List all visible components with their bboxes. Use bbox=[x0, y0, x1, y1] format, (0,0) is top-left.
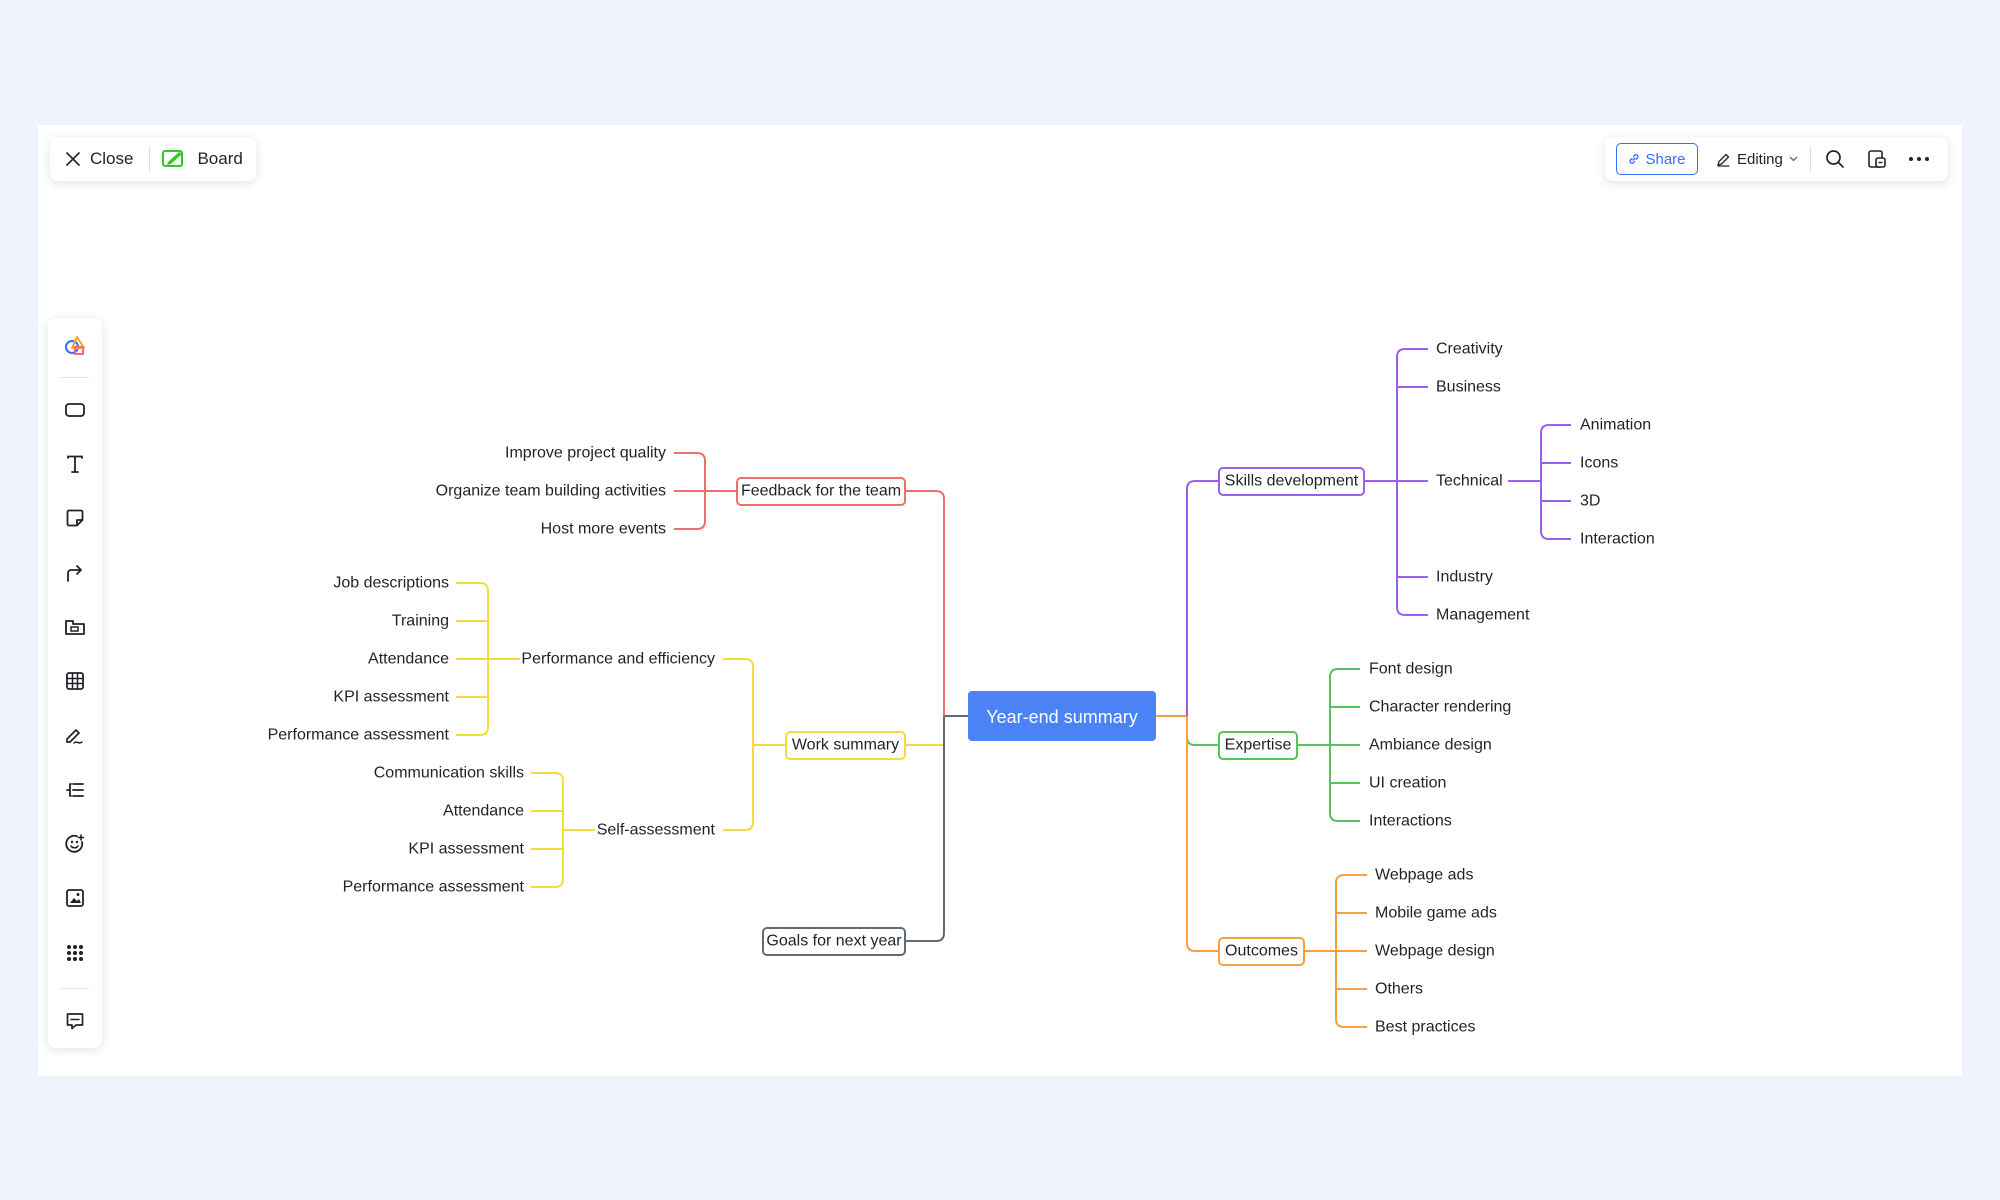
expertise-item[interactable]: Interactions bbox=[1369, 813, 1452, 830]
expertise-node[interactable]: Expertise bbox=[1225, 737, 1292, 754]
technical-item[interactable]: Interaction bbox=[1580, 531, 1655, 548]
mind-map-connector bbox=[1186, 716, 1219, 746]
mind-map-connector bbox=[1540, 424, 1571, 540]
performance-item[interactable]: Job descriptions bbox=[333, 575, 449, 592]
technical-item[interactable]: Icons bbox=[1580, 455, 1618, 472]
mind-map-connector bbox=[1186, 480, 1219, 716]
outcomes-node[interactable]: Outcomes bbox=[1225, 943, 1298, 960]
mind-map-connector bbox=[905, 716, 945, 942]
self-assessment-item[interactable]: Performance assessment bbox=[343, 879, 525, 896]
expertise-item[interactable]: Character rendering bbox=[1369, 699, 1511, 716]
outcomes-item[interactable]: Mobile game ads bbox=[1375, 905, 1497, 922]
mind-map-connector bbox=[905, 716, 945, 746]
feedback-item[interactable]: Organize team building activities bbox=[436, 483, 666, 500]
technical-item[interactable]: 3D bbox=[1580, 493, 1600, 510]
skills-item[interactable]: Business bbox=[1436, 379, 1501, 396]
skills-node[interactable]: Skills development bbox=[1225, 473, 1359, 490]
self-assessment-item[interactable]: KPI assessment bbox=[408, 841, 524, 858]
skills-item[interactable]: Management bbox=[1436, 607, 1530, 624]
performance-item[interactable]: Attendance bbox=[368, 651, 449, 668]
performance-node[interactable]: Performance and efficiency bbox=[521, 651, 715, 668]
goals-node[interactable]: Goals for next year bbox=[766, 933, 902, 950]
work-summary-node[interactable]: Work summary bbox=[792, 737, 899, 754]
self-assessment-node[interactable]: Self-assessment bbox=[597, 822, 716, 839]
self-assessment-item[interactable]: Attendance bbox=[443, 803, 524, 820]
self-assessment-item[interactable]: Communication skills bbox=[374, 765, 524, 782]
outcomes-item[interactable]: Webpage design bbox=[1375, 943, 1495, 960]
performance-item[interactable]: Performance assessment bbox=[268, 727, 450, 744]
performance-item[interactable]: Training bbox=[392, 613, 449, 630]
feedback-item[interactable]: Improve project quality bbox=[505, 445, 666, 462]
skills-item[interactable]: Creativity bbox=[1436, 341, 1503, 358]
mind-map-connector bbox=[1186, 716, 1219, 952]
feedback-item[interactable]: Host more events bbox=[541, 521, 666, 538]
feedback-node[interactable]: Feedback for the team bbox=[741, 483, 901, 500]
mind-map-connector bbox=[905, 490, 945, 716]
performance-item[interactable]: KPI assessment bbox=[333, 689, 449, 706]
technical-item[interactable]: Animation bbox=[1580, 417, 1651, 434]
outcomes-item[interactable]: Webpage ads bbox=[1375, 867, 1473, 884]
mind-map: Year-end summary Feedback for the team Imp… bbox=[268, 341, 1655, 1036]
mind-map-connector bbox=[723, 658, 754, 831]
expertise-item[interactable]: Font design bbox=[1369, 661, 1453, 678]
mind-map-connector bbox=[531, 772, 564, 888]
skills-item[interactable]: Technical bbox=[1436, 473, 1503, 490]
skills-item[interactable]: Industry bbox=[1436, 569, 1493, 586]
outcomes-item[interactable]: Best practices bbox=[1375, 1019, 1475, 1036]
expertise-item[interactable]: UI creation bbox=[1369, 775, 1446, 792]
outcomes-item[interactable]: Others bbox=[1375, 981, 1423, 998]
root-node[interactable]: Year-end summary bbox=[986, 707, 1137, 727]
expertise-item[interactable]: Ambiance design bbox=[1369, 737, 1492, 754]
